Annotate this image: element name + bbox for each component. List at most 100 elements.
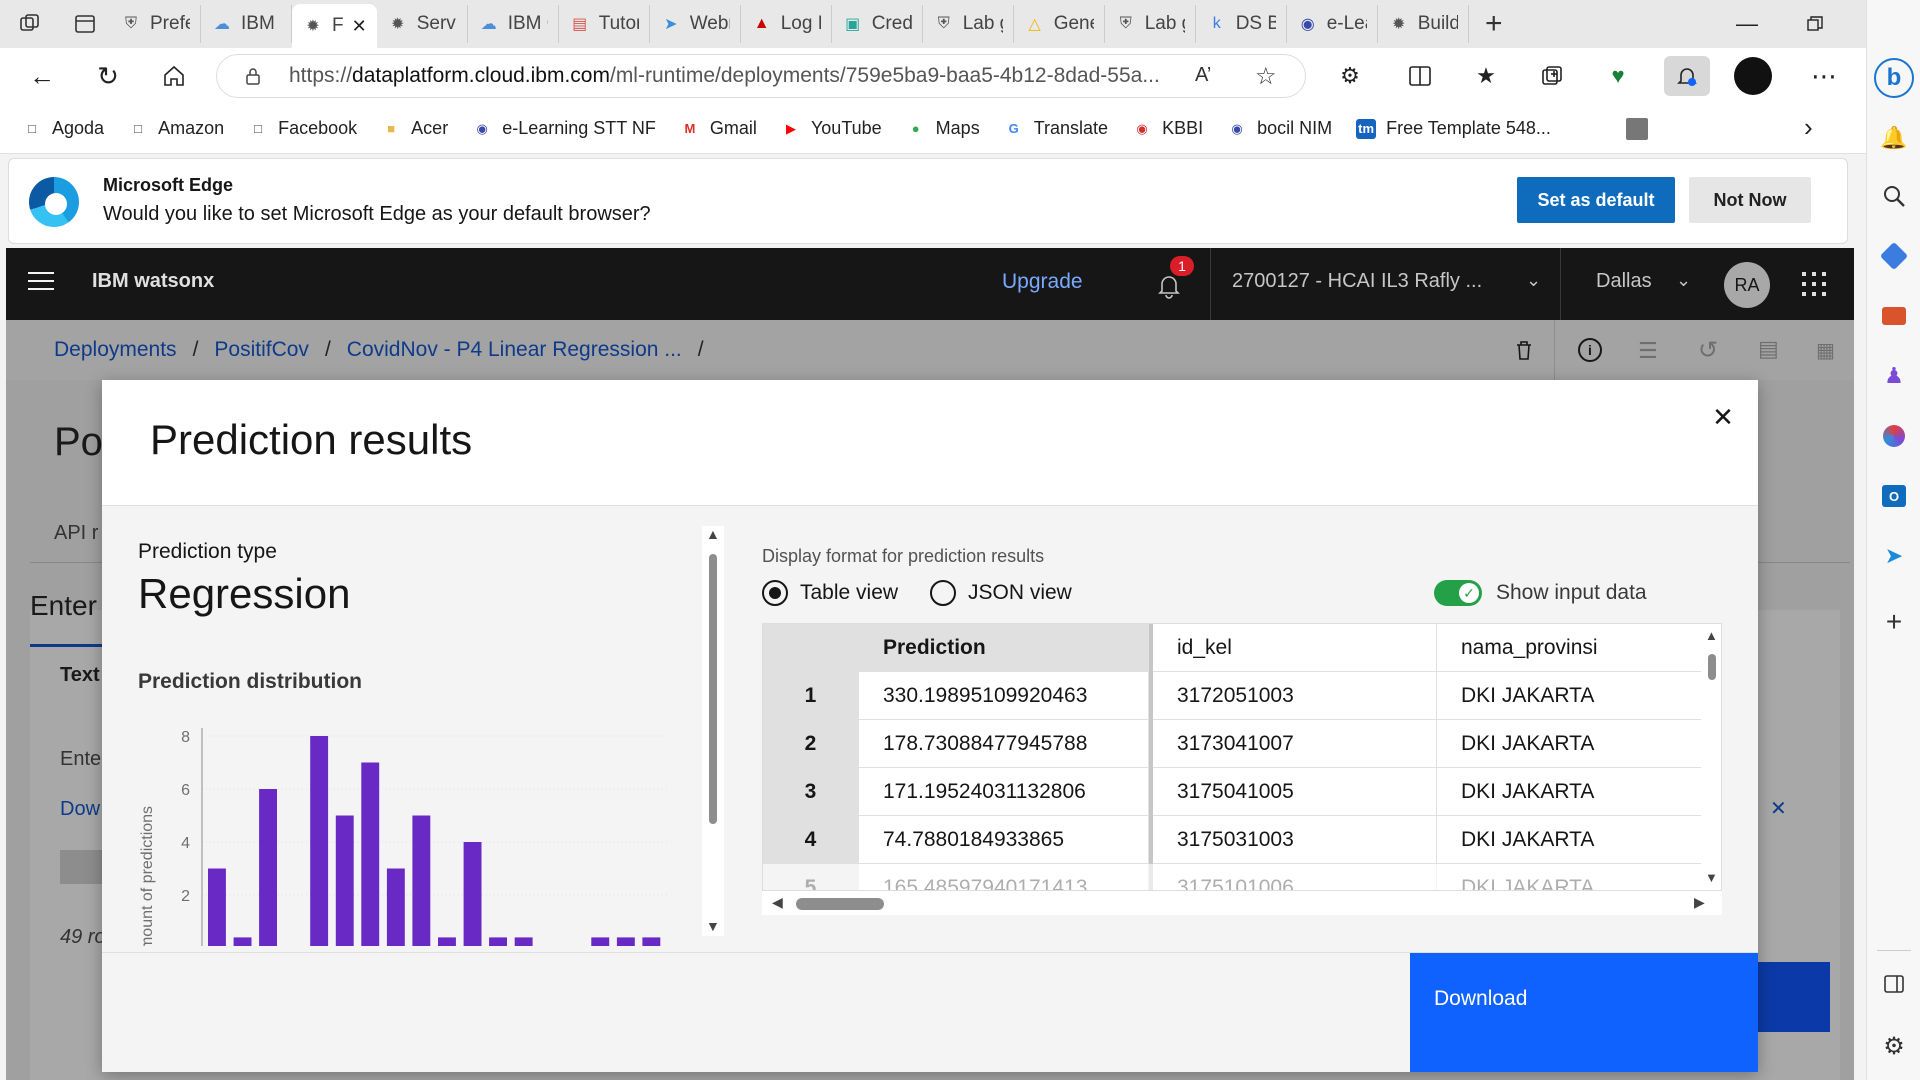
bookmarks-more-chevron-icon[interactable]: › — [1804, 112, 1813, 143]
scroll-up-arrow-icon[interactable]: ▲ — [1705, 628, 1718, 643]
browser-tab[interactable]: k DS B — [1196, 5, 1287, 43]
scroll-up-arrow-icon[interactable]: ▲ — [706, 526, 720, 542]
scroll-right-arrow-icon[interactable]: ▶ — [1694, 894, 1705, 911]
comment-icon[interactable]: ▤ — [1758, 336, 1779, 362]
bookmark-item[interactable]: ▶ YouTube — [781, 118, 882, 139]
bookmark-item[interactable]: □ Amazon — [128, 118, 224, 139]
browser-tab[interactable]: △ Gene — [1014, 5, 1105, 43]
close-icon[interactable]: ✕ — [1708, 402, 1738, 432]
lock-icon[interactable] — [243, 66, 263, 86]
scroll-left-arrow-icon[interactable]: ◀ — [772, 894, 783, 911]
account-switcher[interactable]: 2700127 - HCAI IL3 Rafly ... ⌄ — [1210, 248, 1560, 320]
left-panel-scrollbar[interactable]: ▲ ▼ — [702, 526, 724, 936]
browser-tab[interactable]: ☁ IBM C — [468, 5, 559, 43]
bookmark-item[interactable]: ■ Acer — [381, 118, 448, 139]
column-header-id-kel[interactable]: id_kel — [1149, 624, 1437, 672]
tree-view-icon[interactable]: ☰ — [1638, 338, 1658, 364]
bookmark-item[interactable]: □ Agoda — [22, 118, 104, 139]
scroll-down-arrow-icon[interactable]: ▼ — [1705, 870, 1718, 885]
scroll-thumb[interactable] — [709, 554, 717, 824]
close-tab-icon[interactable]: ✕ — [352, 16, 367, 37]
tab-actions-icon[interactable] — [60, 0, 110, 48]
bookmark-item[interactable]: tm Free Template 548... — [1356, 118, 1551, 139]
browser-tab[interactable]: ✹ F ✕ — [292, 4, 377, 48]
bookmark-item[interactable]: ◉ KBBI — [1132, 118, 1203, 139]
set-default-button[interactable]: Set as default — [1517, 177, 1675, 223]
hamburger-menu-icon[interactable] — [28, 272, 54, 294]
download-button[interactable]: Download — [1410, 953, 1758, 1072]
favorite-star-icon[interactable]: ☆ — [1255, 62, 1277, 91]
bookmark-calculator-icon[interactable] — [1626, 118, 1648, 140]
bookmark-item[interactable]: ◉ e-Learning STT NF — [472, 118, 656, 139]
browser-essentials-icon[interactable]: ♥ — [1598, 56, 1638, 96]
scroll-down-arrow-icon[interactable]: ▼ — [706, 918, 720, 934]
history-icon[interactable]: ↺ — [1698, 336, 1718, 365]
notifications-icon[interactable] — [1664, 56, 1710, 96]
browser-tab[interactable]: ✹ Servi — [377, 5, 468, 43]
radio-unselected-icon[interactable] — [930, 580, 956, 606]
breadcrumb-space[interactable]: PositifCov — [214, 338, 309, 362]
show-input-toggle[interactable]: ✓ Show input data — [1434, 580, 1647, 606]
scroll-thumb[interactable] — [796, 898, 884, 910]
browser-tab[interactable]: ⛨ Prefe — [110, 5, 201, 43]
read-aloud-icon[interactable]: A’ — [1195, 64, 1211, 87]
sidebar-office-icon[interactable] — [1878, 420, 1910, 452]
browser-tab[interactable]: ✹ Build — [1378, 5, 1469, 43]
browser-tab[interactable]: ➤ Webr — [650, 5, 741, 43]
collections-icon[interactable] — [1532, 56, 1572, 96]
extensions-icon[interactable]: ⚙ — [1330, 56, 1370, 96]
table-view-radio[interactable]: Table view — [762, 580, 898, 606]
not-now-button[interactable]: Not Now — [1689, 177, 1811, 223]
bookmark-item[interactable]: G Translate — [1004, 118, 1108, 139]
table-vertical-scrollbar[interactable]: ▲ ▼ — [1701, 624, 1721, 890]
new-tab-button[interactable]: + — [1469, 0, 1519, 48]
home-button[interactable] — [154, 56, 194, 96]
browser-tab[interactable]: ⛨ Lab g — [1105, 5, 1196, 43]
sidebar-settings-icon[interactable]: ⚙ — [1878, 1030, 1910, 1062]
browser-tab[interactable]: ▲ Log I — [741, 5, 832, 43]
sidebar-shopping-icon[interactable] — [1878, 240, 1910, 272]
sidebar-send-icon[interactable]: ➤ — [1878, 540, 1910, 572]
breadcrumb-deployments[interactable]: Deployments — [54, 338, 177, 362]
bookmark-item[interactable]: □ Facebook — [248, 118, 357, 139]
bookmark-item[interactable]: M Gmail — [680, 118, 757, 139]
more-menu-icon[interactable]: ⋯ — [1804, 56, 1844, 96]
browser-tab[interactable]: ☁ IBM C — [201, 5, 292, 43]
radio-selected-icon[interactable] — [762, 580, 788, 606]
scroll-thumb[interactable] — [1708, 654, 1716, 680]
sidebar-search-icon[interactable] — [1878, 180, 1910, 212]
split-screen-icon[interactable] — [1400, 56, 1440, 96]
workspaces-icon[interactable] — [0, 0, 60, 48]
upgrade-link[interactable]: Upgrade — [1002, 270, 1083, 294]
sidebar-outlook-icon[interactable]: O — [1878, 480, 1910, 512]
brand-name[interactable]: IBM watsonx — [92, 270, 214, 293]
minimize-button[interactable]: — — [1713, 0, 1781, 48]
breadcrumb-deployment[interactable]: CovidNov - P4 Linear Regression ... — [347, 338, 682, 362]
sidebar-games-icon[interactable]: ♟ — [1878, 360, 1910, 392]
app-switcher-icon[interactable] — [1802, 272, 1826, 296]
column-header-nama-provinsi[interactable]: nama_provinsi — [1437, 624, 1721, 672]
bing-copilot-icon[interactable]: b — [1874, 58, 1914, 98]
bookmark-item[interactable]: ● Maps — [906, 118, 980, 139]
browser-tab[interactable]: ▤ Tutor — [559, 5, 650, 43]
browser-tab[interactable]: ◉ e-Lea — [1287, 5, 1378, 43]
favorites-icon[interactable]: ★ — [1466, 56, 1506, 96]
bookmark-item[interactable]: ◉ bocil NIM — [1227, 118, 1332, 139]
sidebar-add-icon[interactable]: + — [1878, 606, 1910, 638]
user-avatar[interactable]: RA — [1724, 262, 1770, 308]
region-switcher[interactable]: Dallas ⌄ — [1560, 248, 1700, 320]
table-row[interactable]: 2 178.73088477945788 3173041007 DKI JAKARTA — [763, 720, 1721, 768]
info-icon[interactable]: i — [1578, 338, 1602, 362]
table-row[interactable]: 4 74.7880184933865 3175031003 DKI JAKARTA — [763, 816, 1721, 864]
browser-tab[interactable]: ▣ Credl — [832, 5, 923, 43]
sidebar-tools-icon[interactable] — [1878, 300, 1910, 332]
table-row[interactable]: 1 330.19895109920463 3172051003 DKI JAKARTA — [763, 672, 1721, 720]
browser-tab[interactable]: ⛨ Lab g — [923, 5, 1014, 43]
refresh-button[interactable]: ↻ — [88, 56, 128, 96]
table-row[interactable]: 3 171.19524031132806 3175041005 DKI JAKARTA — [763, 768, 1721, 816]
delete-icon[interactable] — [1512, 338, 1536, 362]
integrations-icon[interactable]: ▦ — [1816, 338, 1835, 363]
profile-avatar[interactable] — [1734, 57, 1772, 95]
table-horizontal-scrollbar[interactable]: ◀ ▶ — [762, 891, 1722, 915]
sidebar-layout-icon[interactable] — [1878, 968, 1910, 1000]
